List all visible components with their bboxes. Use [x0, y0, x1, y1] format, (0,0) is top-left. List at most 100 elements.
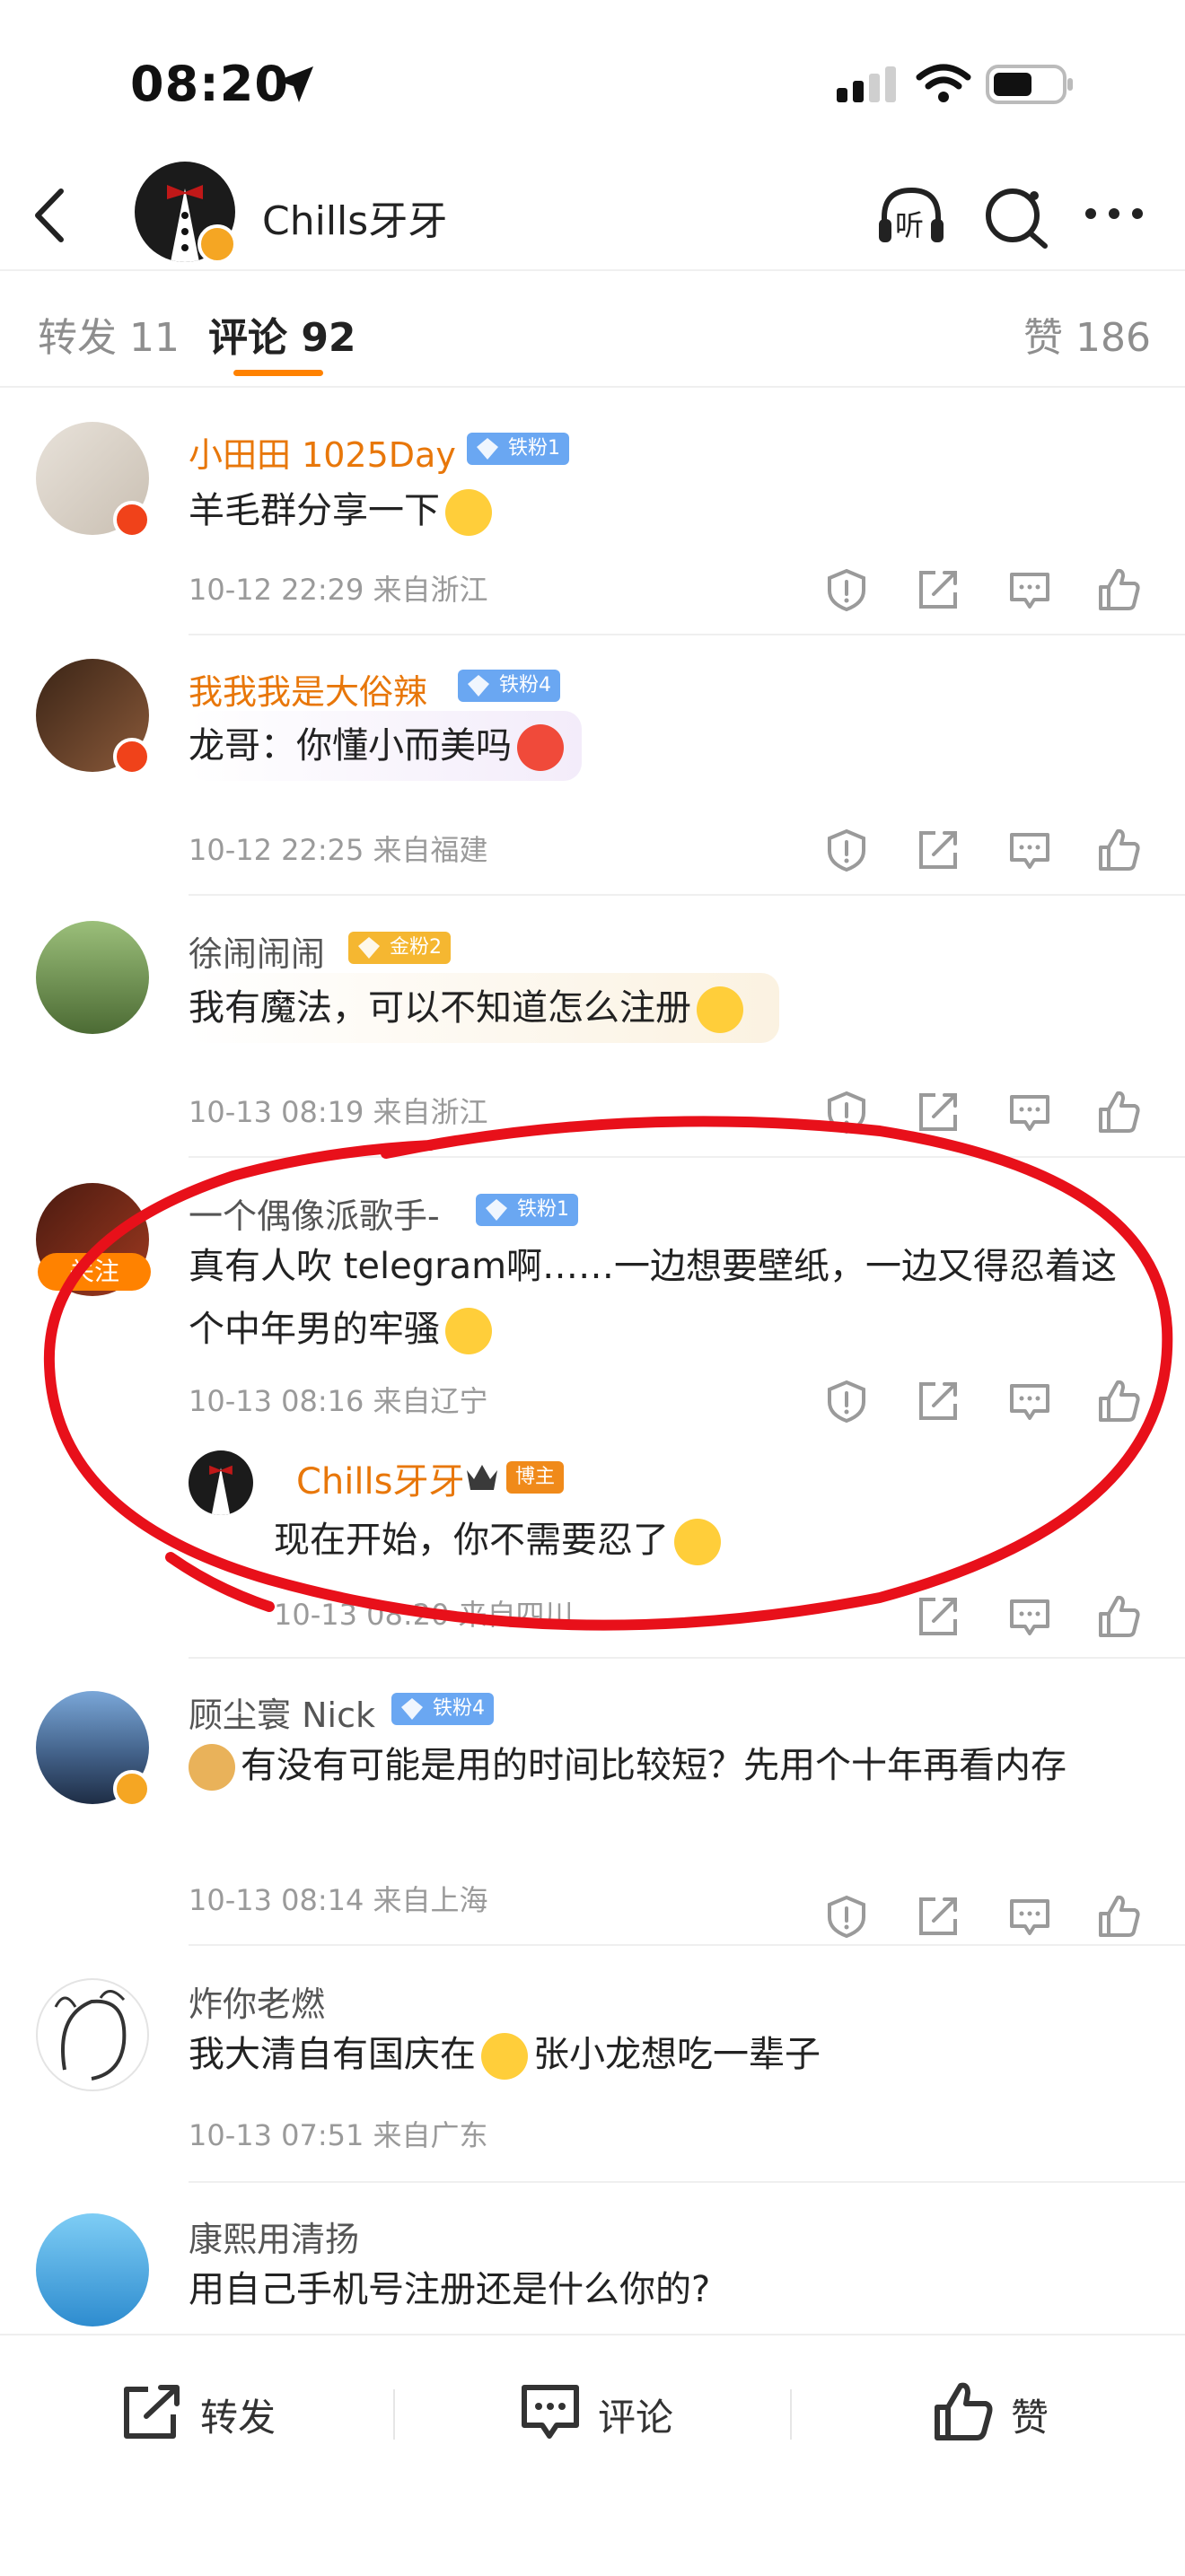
search-icon[interactable] — [980, 181, 1052, 253]
divider — [189, 2181, 1185, 2183]
laugh-cry-emoji-icon — [445, 489, 492, 536]
commenter-name[interactable]: 一个偶像派歌手- — [189, 1188, 440, 1238]
like-button[interactable]: 赞 — [932, 2379, 1111, 2450]
thumbs-up-icon — [935, 2382, 993, 2440]
reply-icon[interactable] — [1007, 1379, 1052, 1424]
tab-repost[interactable]: 转发 11 — [38, 305, 180, 363]
fan-badge: 铁粉4 — [391, 1693, 494, 1725]
comment-meta: 10-12 22:25 来自福建 — [189, 833, 488, 867]
like-label: 赞 — [1011, 2396, 1049, 2440]
repost-label: 转发 — [200, 2396, 276, 2440]
reply-icon[interactable] — [1007, 1594, 1052, 1639]
divider — [189, 634, 1185, 635]
reply-text: 现在开始，你不需要忍了 — [274, 1511, 721, 1569]
like-icon[interactable] — [1097, 1594, 1142, 1639]
fan-level-icon — [358, 937, 380, 959]
comment-text-content: 龙哥：你懂小而美吗 — [189, 725, 512, 767]
commenter-name[interactable]: 顾尘寰 Nick — [189, 1687, 375, 1737]
avatar[interactable] — [36, 2213, 149, 2326]
comment-meta: 10-13 08:14 来自上海 — [189, 1883, 488, 1917]
reply-meta: 10-13 08:20 来自四川 — [274, 1598, 574, 1632]
divider — [189, 1657, 1185, 1659]
listen-label: 听 — [895, 208, 925, 242]
report-icon[interactable] — [824, 1894, 869, 1939]
reply-icon[interactable] — [1007, 828, 1052, 872]
report-icon[interactable] — [824, 1379, 869, 1424]
like-icon[interactable] — [1097, 1894, 1142, 1939]
fan-badge: 铁粉1 — [467, 433, 569, 465]
commenter-name[interactable]: 康熙用清扬 — [189, 2212, 359, 2261]
share-icon[interactable] — [916, 567, 961, 612]
comment-text-content: 真有人吹 telegram啊……一边想要壁纸，一边又得忍着这个中年男的牢骚 — [189, 1246, 1118, 1350]
grin-emoji-icon — [674, 1519, 721, 1565]
comment-text: 我大清自有国庆在 张小龙想吃一辈子 — [189, 2023, 1131, 2086]
verified-badge-icon — [113, 501, 151, 539]
blushing-emoji-icon — [481, 2033, 528, 2080]
separator — [790, 2389, 792, 2440]
comment-text: 龙哥：你懂小而美吗 — [189, 711, 582, 781]
reply-author-name[interactable]: Chills牙牙 — [296, 1452, 464, 1504]
tab-bar: 转发 11 评论 92 赞 186 — [0, 269, 1185, 388]
reply-icon[interactable] — [1007, 567, 1052, 612]
report-icon[interactable] — [824, 1090, 869, 1135]
more-options-icon[interactable] — [1082, 203, 1146, 224]
comment-icon — [522, 2385, 579, 2439]
status-time: 08:20 — [130, 56, 289, 112]
comment-text-content: 我有魔法，可以不知道怎么注册 — [189, 987, 691, 1029]
comment-meta: 10-13 07:51 来自广东 — [189, 2118, 488, 2152]
fan-level-icon — [477, 438, 498, 460]
share-icon[interactable] — [916, 1090, 961, 1135]
share-icon[interactable] — [916, 1894, 961, 1939]
crown-icon — [465, 1459, 499, 1495]
like-icon[interactable] — [1097, 828, 1142, 872]
tab-comments[interactable]: 评论 92 — [208, 305, 356, 363]
wifi-icon — [916, 64, 971, 102]
share-icon[interactable] — [916, 828, 961, 872]
bottom-action-bar: 转发 评论 赞 — [0, 2334, 1185, 2576]
fan-level-icon — [486, 1199, 507, 1221]
repost-button[interactable]: 转发 — [121, 2379, 391, 2450]
comment-text-content: 我大清自有国庆在 — [189, 2034, 476, 2075]
active-tab-indicator — [233, 370, 323, 376]
laugh-cry-emoji-icon — [445, 1308, 492, 1354]
repost-icon — [124, 2385, 180, 2439]
tab-likes[interactable]: 赞 186 — [1023, 305, 1151, 363]
like-icon[interactable] — [1097, 1379, 1142, 1424]
comment-button[interactable]: 评论 — [519, 2379, 788, 2450]
commenter-name[interactable]: 炸你老燃 — [189, 1976, 325, 2026]
header-bar: Chills牙牙 听 — [0, 162, 1185, 269]
avatar[interactable] — [36, 1978, 149, 2091]
like-icon[interactable] — [1097, 1090, 1142, 1135]
reply-icon[interactable] — [1007, 1894, 1052, 1939]
fan-badge: 铁粉4 — [458, 670, 560, 702]
divider — [189, 1156, 1185, 1158]
comment-text-content: 有没有可能是用的时间比较短？先用个十年再看内存 — [241, 1745, 1066, 1786]
commenter-name[interactable]: 徐闹闹闹 — [189, 926, 325, 976]
report-icon[interactable] — [824, 567, 869, 612]
fan-badge: 铁粉1 — [476, 1194, 578, 1226]
comment-text-content: 张小龙想吃一辈子 — [533, 2034, 821, 2075]
comment-text-content: 羊毛群分享一下 — [189, 490, 440, 531]
author-name[interactable]: Chills牙牙 — [262, 188, 447, 246]
back-arrow-icon[interactable] — [27, 184, 72, 247]
report-icon[interactable] — [824, 828, 869, 872]
verified-badge-icon — [113, 1770, 151, 1808]
comment-text: 我有魔法，可以不知道怎么注册 — [189, 973, 779, 1043]
reply-icon[interactable] — [1007, 1090, 1052, 1135]
verified-badge-icon — [198, 224, 237, 264]
commenter-name[interactable]: 我我我是大俗辣 — [189, 664, 427, 714]
angry-emoji-icon — [517, 724, 564, 771]
comment-text: 用自己手机号注册还是什么你的? — [189, 2269, 711, 2310]
comment-label: 评论 — [598, 2396, 674, 2440]
follow-button[interactable]: 关注 — [38, 1253, 151, 1291]
comment-text: 羊毛群分享一下 — [189, 479, 1131, 542]
author-avatar[interactable] — [189, 1450, 253, 1515]
share-icon[interactable] — [916, 1594, 961, 1639]
share-icon[interactable] — [916, 1379, 961, 1424]
like-icon[interactable] — [1097, 567, 1142, 612]
commenter-name[interactable]: 小田田 1025Day — [189, 427, 456, 477]
battery-icon — [986, 65, 1073, 104]
comment-meta: 10-12 22:29 来自浙江 — [189, 573, 488, 607]
listen-button[interactable]: 听 — [875, 180, 947, 251]
avatar[interactable] — [36, 921, 149, 1034]
